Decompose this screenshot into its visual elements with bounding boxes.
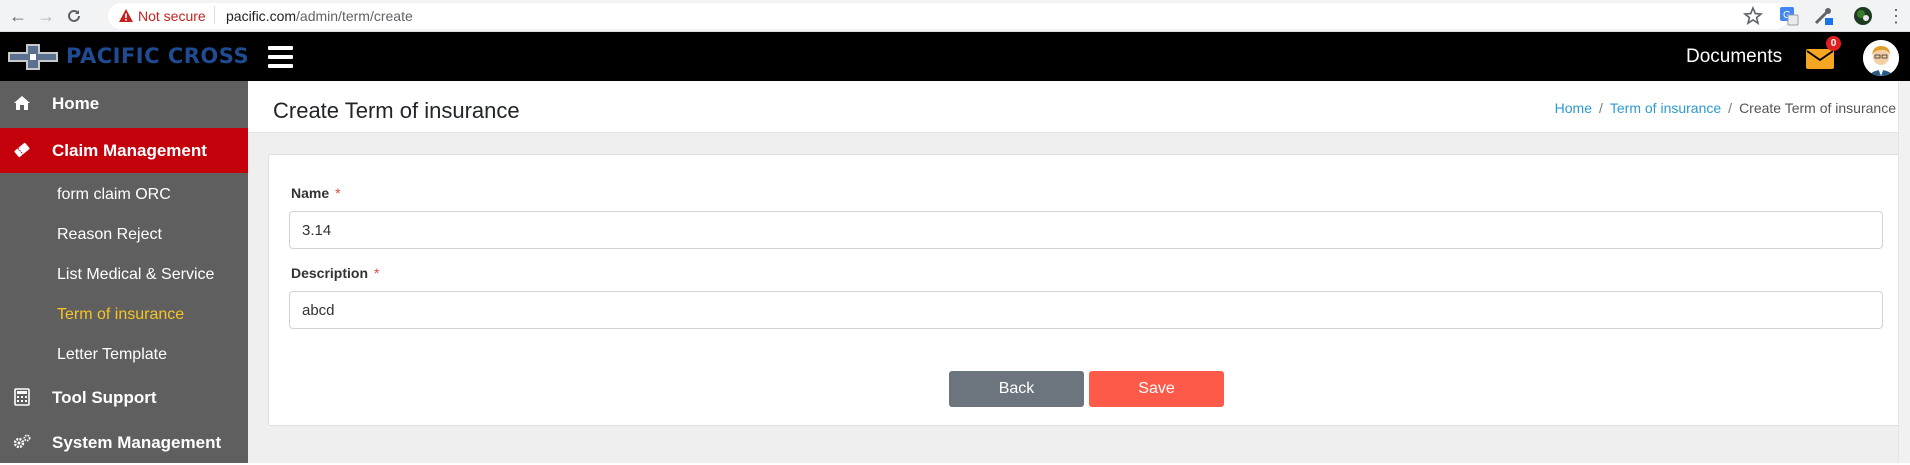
sidebar-item-term-of-insurance[interactable]: Term of insurance [0,295,248,335]
required-marker: * [335,185,341,201]
documents-link[interactable]: Documents [1686,46,1782,68]
more-menu-icon[interactable]: ⋮ [1884,4,1908,28]
sidebar-item-list-medical-service[interactable]: List Medical & Service [0,255,248,295]
sidebar-item-home[interactable]: Home [0,81,248,126]
sidebar-item-tool-support[interactable]: Tool Support [0,375,248,420]
home-icon [14,96,30,110]
pacific-cross-logo [8,44,58,70]
warning-icon [119,9,133,22]
page-scrollbar[interactable] [1898,81,1910,463]
save-button[interactable]: Save [1089,371,1224,407]
back-arrow-icon[interactable]: ← [6,4,30,28]
translate-extension-icon[interactable]: G [1778,5,1800,27]
back-button[interactable]: Back [949,371,1084,407]
url-host: pacific.com [226,8,297,24]
user-avatar[interactable] [1863,40,1899,76]
name-input[interactable] [289,211,1883,249]
sidebar-item-label: Tool Support [52,388,157,407]
breadcrumb-current: Create Term of insurance [1739,100,1896,116]
sidebar-item-letter-template[interactable]: Letter Template [0,335,248,375]
ticket-icon [14,142,30,158]
url-divider [214,6,215,24]
notification-badge: 0 [1826,36,1841,51]
page-header: Create Term of insurance Home / Term of in… [248,81,1910,133]
eyedropper-extension-icon[interactable] [1812,5,1834,27]
form-card: Name * Description * Back Save [268,154,1902,426]
star-icon[interactable] [1742,5,1764,27]
sidebar-item-label: Letter Template [57,346,167,363]
sidebar-item-label: Term of insurance [57,306,185,323]
brand-name[interactable]: PACIFIC CROSS [66,44,249,68]
browser-toolbar: ← → Not secure pacific.com/admin/term/cr… [0,0,1910,32]
globe-extension-icon[interactable] [1852,5,1874,27]
breadcrumb-term-link[interactable]: Term of insurance [1610,100,1721,116]
url-path: /admin/term/create [296,8,413,24]
sidebar-item-reason-reject[interactable]: Reason Reject [0,215,248,255]
breadcrumb-separator: / [1599,100,1603,116]
name-label: Name * [291,185,341,201]
sidebar-item-label: form claim ORC [57,186,171,203]
url-text[interactable]: pacific.com/admin/term/create [226,8,413,24]
calculator-icon [14,388,30,406]
sidebar-item-system-management[interactable]: System Management [0,420,248,465]
sidebar-item-label: Home [52,94,100,113]
forward-arrow-icon[interactable]: → [34,4,58,28]
reload-icon[interactable] [62,4,86,28]
sidebar: Home Claim Management form claim ORC Rea… [0,81,248,463]
breadcrumb: Home / Term of insurance / Create Term of in… [1555,100,1896,116]
app-header: PACIFIC CROSS Documents 0 [0,32,1910,81]
breadcrumb-separator: / [1728,100,1733,116]
breadcrumb-home-link[interactable]: Home [1555,100,1592,116]
cogs-icon [13,434,31,449]
description-input[interactable] [289,291,1883,329]
description-label: Description * [291,265,379,281]
sidebar-item-label: Claim Management [52,141,207,160]
sidebar-item-label: List Medical & Service [57,266,215,283]
description-label-text: Description [291,265,369,281]
sidebar-item-label: System Management [52,433,222,452]
required-marker: * [374,265,380,281]
menu-toggle-icon[interactable] [268,46,293,68]
security-status[interactable]: Not secure [138,8,206,24]
sidebar-item-claim-management[interactable]: Claim Management [0,128,248,173]
sidebar-item-form-claim-orc[interactable]: form claim ORC [0,175,248,215]
page-title: Create Term of insurance [273,98,520,123]
address-bar[interactable]: Not secure pacific.com/admin/term/create [108,3,1788,29]
name-label-text: Name [291,185,330,201]
sidebar-item-label: Reason Reject [57,226,162,243]
main-content: Create Term of insurance Home / Term of in… [248,81,1910,463]
